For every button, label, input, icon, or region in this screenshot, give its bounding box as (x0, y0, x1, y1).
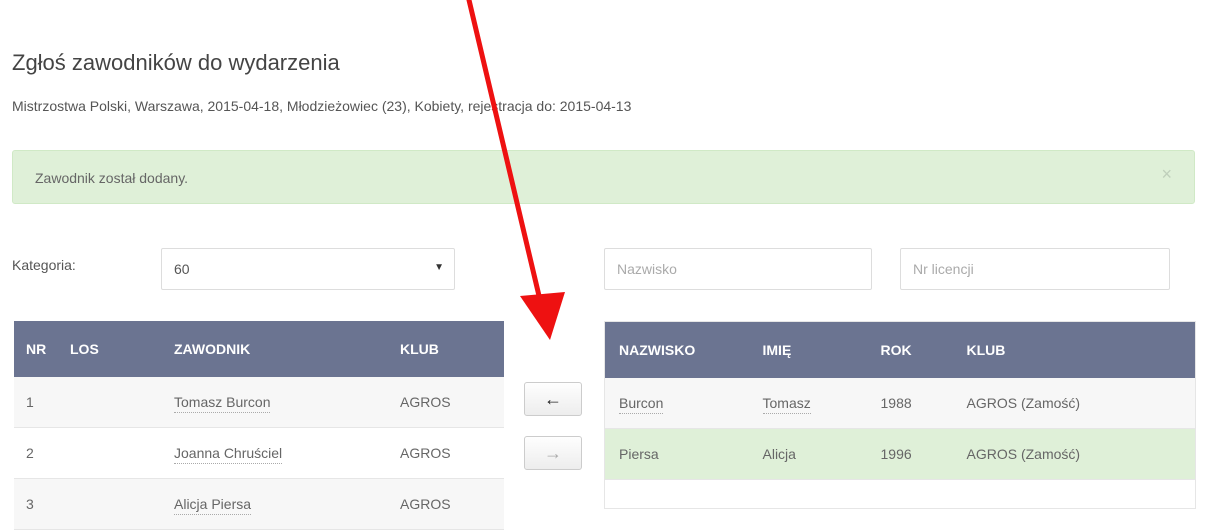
cell-nr: 3 (14, 478, 70, 530)
table-row[interactable]: 2 Joanna Chruściel AGROS (14, 427, 504, 479)
athlete-search-table: NAZWISKO IMIĘ ROK KLUB Burcon Tomasz 198… (604, 321, 1196, 509)
table-row-selected[interactable]: Piersa Alicja 1996 AGROS (Zamość) (604, 428, 1196, 480)
cell-first-name: Alicja (762, 428, 881, 480)
table-row[interactable]: 3 Alicja Piersa AGROS (14, 478, 504, 530)
registered-athletes-table: NR LOS ZAWODNIK KLUB 1 Tomasz Burcon AGR… (14, 321, 504, 530)
cell-surname: Burcon (604, 378, 763, 429)
cell-athlete: Alicja Piersa (174, 478, 400, 530)
category-select[interactable]: 60 ▼ (161, 248, 455, 290)
cell-year: 1996 (880, 428, 967, 480)
column-header-klub[interactable]: KLUB (966, 321, 1196, 378)
table-row[interactable]: Burcon Tomasz 1988 AGROS (Zamość) (604, 378, 1196, 429)
move-left-button[interactable]: ← (524, 382, 582, 416)
move-right-button[interactable]: → (524, 436, 582, 470)
column-header-nazwisko[interactable]: NAZWISKO (604, 321, 763, 378)
license-number-input[interactable] (900, 248, 1170, 290)
success-alert: Zawodnik został dodany. × (12, 150, 1195, 204)
cell-club: AGROS (Zamość) (966, 378, 1196, 429)
table-row-empty (604, 479, 1196, 509)
table-row[interactable]: 1 Tomasz Burcon AGROS (14, 377, 504, 428)
column-header-nr[interactable]: NR (14, 321, 70, 377)
category-label: Kategoria: (12, 257, 76, 273)
surname-input[interactable] (604, 248, 872, 290)
cell-club: AGROS (400, 377, 504, 428)
cell-year: 1988 (880, 378, 967, 429)
event-info: Mistrzostwa Polski, Warszawa, 2015-04-18… (12, 98, 632, 114)
alert-message: Zawodnik został dodany. (35, 170, 189, 186)
page-title: Zgłoś zawodników do wydarzenia (12, 50, 340, 75)
close-icon[interactable]: × (1161, 165, 1172, 183)
column-header-zawodnik[interactable]: ZAWODNIK (174, 321, 400, 377)
category-value: 60 (174, 261, 190, 277)
athlete-link[interactable]: Joanna Chruściel (174, 445, 283, 464)
athlete-link[interactable]: Tomasz Burcon (174, 394, 271, 413)
cell-athlete: Joanna Chruściel (174, 427, 400, 479)
cell-club: AGROS (400, 427, 504, 479)
cell-athlete: Tomasz Burcon (174, 377, 400, 428)
athlete-link[interactable]: Alicja Piersa (174, 496, 252, 515)
surname-link[interactable]: Burcon (619, 395, 664, 414)
arrow-right-icon: → (544, 442, 562, 463)
arrow-left-icon: ← (544, 388, 562, 409)
column-header-klub[interactable]: KLUB (400, 321, 504, 377)
column-header-rok[interactable]: ROK (880, 321, 967, 378)
cell-nr: 2 (14, 427, 70, 479)
cell-los (70, 478, 174, 530)
cell-surname: Piersa (604, 428, 763, 480)
caret-down-icon: ▼ (434, 262, 444, 273)
first-name-link[interactable]: Tomasz (762, 395, 811, 414)
column-header-imie[interactable]: IMIĘ (762, 321, 881, 378)
cell-club: AGROS (Zamość) (966, 428, 1196, 480)
annotation-arrow-head (520, 292, 565, 340)
table-header-row: NR LOS ZAWODNIK KLUB (14, 321, 504, 377)
cell-first-name: Tomasz (762, 378, 881, 429)
table-header-row: NAZWISKO IMIĘ ROK KLUB (604, 321, 1196, 378)
column-header-los[interactable]: LOS (70, 321, 174, 377)
cell-los (70, 427, 174, 479)
cell-nr: 1 (14, 377, 70, 428)
cell-club: AGROS (400, 478, 504, 530)
cell-los (70, 377, 174, 428)
